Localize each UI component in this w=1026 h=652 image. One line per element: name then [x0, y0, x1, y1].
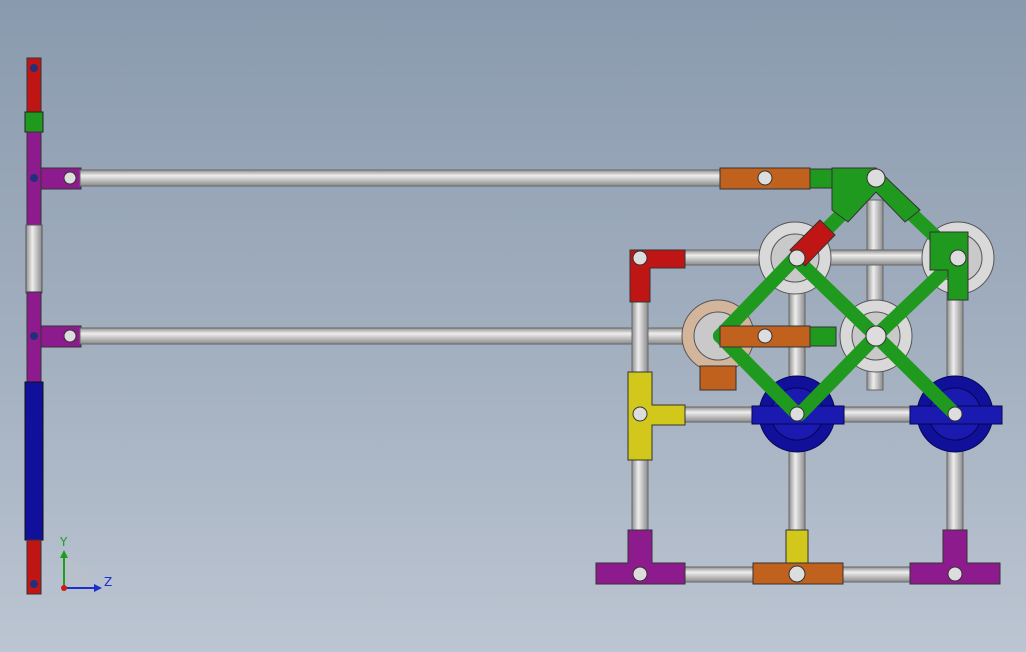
- y-axis-arrow-icon: [60, 550, 68, 558]
- model-drawing[interactable]: Y Z: [0, 0, 1026, 652]
- axis-triad: Y Z: [59, 535, 112, 592]
- y-axis-label: Y: [59, 535, 68, 549]
- cad-viewport[interactable]: Y Z: [0, 0, 1026, 652]
- left-column: [24, 57, 82, 595]
- x-axis-origin: [61, 585, 67, 591]
- long-rods: [79, 169, 721, 345]
- z-axis-arrow-icon: [94, 584, 102, 592]
- z-axis-label: Z: [104, 575, 112, 589]
